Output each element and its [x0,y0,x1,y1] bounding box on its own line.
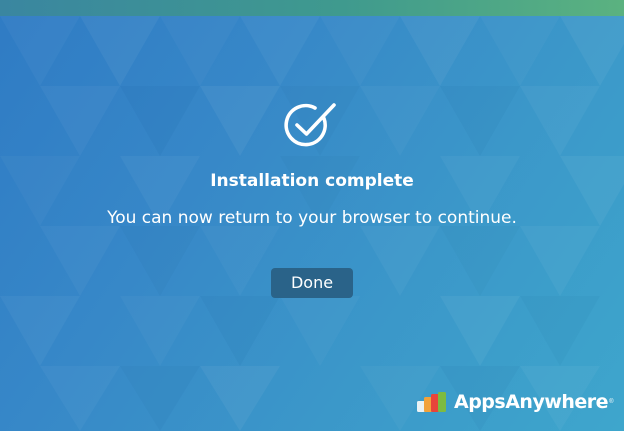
logo-bar-orange [424,397,432,412]
brand-trademark: ® [609,399,614,405]
installer-window: Installation complete You can now return… [0,0,624,431]
dialog-message: You can now return to your browser to co… [107,208,517,228]
dialog-title: Installation complete [210,171,414,191]
top-accent-strip [0,0,624,16]
brand-name: AppsAnywhere [454,391,609,413]
logo-bar-green [438,392,446,412]
logo-bar-white [417,401,425,412]
brand-logo-group: AppsAnywhere ® [417,389,613,415]
appsanywhere-logo-icon [417,392,446,412]
done-button[interactable]: Done [271,268,353,298]
logo-bar-red [431,394,439,412]
check-circle-icon [284,103,336,147]
